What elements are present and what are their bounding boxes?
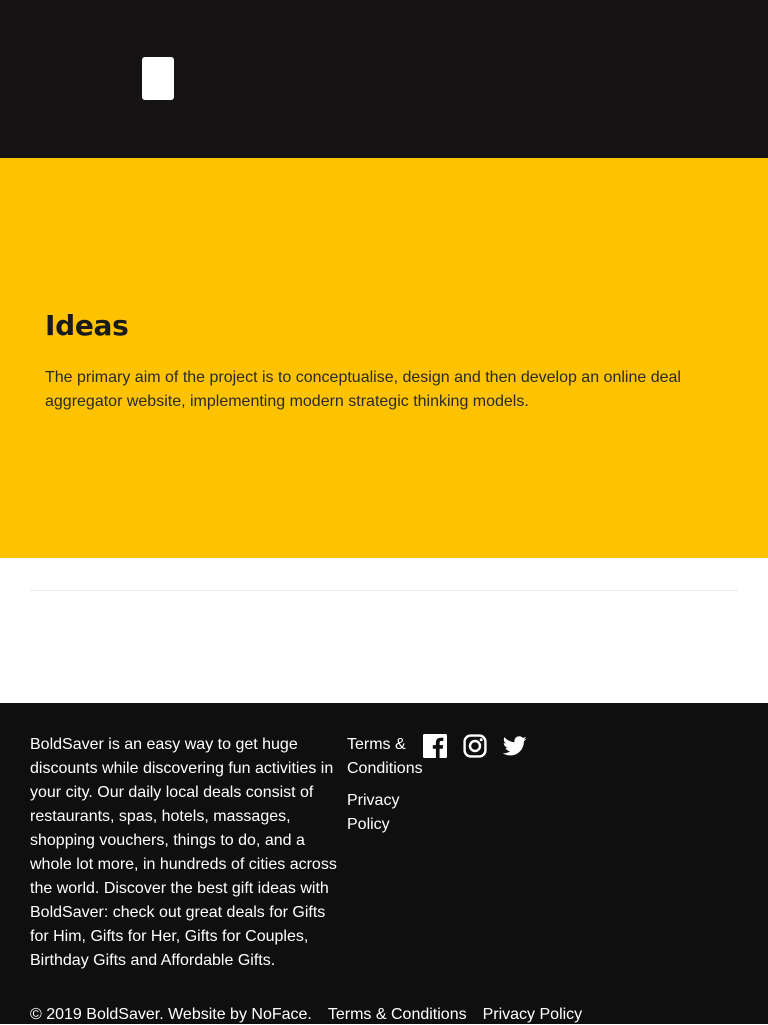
footer-link-terms[interactable]: Terms & Conditions — [347, 733, 427, 781]
facebook-icon[interactable] — [423, 734, 447, 758]
bottom-link-privacy[interactable]: Privacy Policy — [483, 1005, 583, 1025]
hero-section: Ideas The primary aim of the project is … — [0, 158, 768, 558]
site-footer: BoldSaver is an easy way to get huge dis… — [0, 703, 768, 1024]
content-divider — [30, 590, 738, 591]
bottom-link-terms[interactable]: Terms & Conditions — [328, 1005, 467, 1025]
page-title: Ideas — [45, 309, 129, 342]
site-header — [0, 0, 768, 158]
copyright-text: © 2019 BoldSaver. Website by NoFace. — [30, 1006, 312, 1023]
hero-description: The primary aim of the project is to con… — [45, 369, 681, 410]
footer-link-privacy[interactable]: Privacy Policy — [347, 789, 427, 837]
footer-links: Terms & Conditions Privacy Policy — [347, 733, 427, 845]
menu-toggle-button[interactable] — [142, 57, 174, 100]
twitter-icon[interactable] — [503, 734, 527, 758]
instagram-icon[interactable] — [463, 734, 487, 758]
social-links — [423, 734, 527, 758]
footer-bottom-bar: © 2019 BoldSaver. Website by NoFace. Term… — [30, 1005, 582, 1025]
footer-about-text: BoldSaver is an easy way to get huge dis… — [30, 736, 337, 969]
